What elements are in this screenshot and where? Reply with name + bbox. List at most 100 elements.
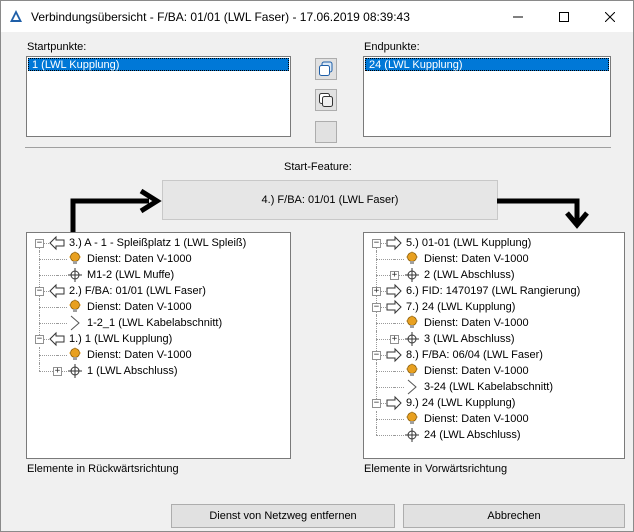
arrow-right-icon (386, 283, 402, 299)
collapse-icon[interactable]: − (35, 239, 44, 248)
backward-tree-row[interactable]: − 1.) 1 (LWL Kupplung) (27, 331, 290, 347)
backward-tree-row-label: Dienst: Daten V-1000 (87, 253, 192, 265)
cable-section-icon (404, 379, 420, 395)
forward-tree-row-label: 2 (LWL Abschluss) (424, 269, 515, 281)
forward-tree-row-label: 7.) 24 (LWL Kupplung) (406, 301, 516, 313)
backward-tree-row-label: 2.) F/BA: 01/01 (LWL Faser) (69, 285, 206, 297)
backward-tree-row-label: 3.) A - 1 - Spleißplatz 1 (LWL Spleiß) (69, 237, 247, 249)
backward-tree-caption: Elemente in Rückwärtsrichtung (27, 463, 179, 475)
cancel-button[interactable]: Abbrechen (403, 504, 625, 528)
maximize-icon (559, 11, 569, 22)
backward-tree-row[interactable]: M1-2 (LWL Muffe) (27, 267, 290, 283)
backward-tree-row[interactable]: 1-2_1 (LWL Kabelabschnitt) (27, 315, 290, 331)
forward-tree-row[interactable]: 24 (LWL Abschluss) (364, 427, 624, 443)
minimize-button[interactable] (495, 1, 541, 32)
forward-tree-row[interactable]: − 8.) F/BA: 06/04 (LWL Faser) (364, 347, 624, 363)
backward-tree-row-label: M1-2 (LWL Muffe) (87, 269, 175, 281)
arrow-left-icon (49, 235, 65, 251)
crosshair-icon (67, 363, 83, 379)
minimize-icon (513, 16, 523, 17)
copy-to-start-button[interactable] (315, 58, 337, 80)
window-title: Verbindungsübersicht - F/BA: 01/01 (LWL … (31, 10, 410, 24)
forward-elements-tree[interactable]: − 5.) 01-01 (LWL Kupplung) Dienst: Daten V… (363, 232, 625, 459)
forward-tree-row-label: Dienst: Daten V-1000 (424, 413, 529, 425)
backward-tree-row-label: 1-2_1 (LWL Kabelabschnitt) (87, 317, 223, 329)
forward-tree-row-label: 3 (LWL Abschluss) (424, 333, 515, 345)
lightbulb-icon (404, 251, 420, 267)
start-points-label: Startpunkte: (27, 41, 87, 53)
end-points-list[interactable]: 24 (LWL Kupplung) (363, 56, 611, 137)
backward-flow-arrow-icon (70, 188, 162, 233)
empty-action-button[interactable] (315, 121, 337, 143)
expand-icon[interactable]: + (53, 367, 62, 376)
crosshair-icon (404, 267, 420, 283)
lightbulb-icon (404, 411, 420, 427)
arrow-right-icon (386, 235, 402, 251)
collapse-icon[interactable]: − (372, 239, 381, 248)
title-bar: Verbindungsübersicht - F/BA: 01/01 (LWL … (1, 1, 633, 32)
forward-tree-row-label: 5.) 01-01 (LWL Kupplung) (406, 237, 532, 249)
forward-tree-row[interactable]: +2 (LWL Abschluss) (364, 267, 624, 283)
collapse-icon[interactable]: − (35, 287, 44, 296)
arrow-right-icon (386, 395, 402, 411)
forward-tree-row-label: 3-24 (LWL Kabelabschnitt) (424, 381, 554, 393)
forward-tree-row[interactable]: Dienst: Daten V-1000 (364, 363, 624, 379)
backward-tree-row[interactable]: Dienst: Daten V-1000 (27, 347, 290, 363)
backward-tree-row[interactable]: Dienst: Daten V-1000 (27, 251, 290, 267)
forward-tree-row-label: Dienst: Daten V-1000 (424, 365, 529, 377)
close-button[interactable] (587, 1, 633, 32)
start-points-selected-item[interactable]: 1 (LWL Kupplung) (28, 58, 289, 71)
backward-tree-row[interactable]: − 2.) F/BA: 01/01 (LWL Faser) (27, 283, 290, 299)
collapse-icon[interactable]: − (372, 351, 381, 360)
forward-tree-row[interactable]: Dienst: Daten V-1000 (364, 315, 624, 331)
backward-tree-row[interactable]: +1 (LWL Abschluss) (27, 363, 290, 379)
start-points-list[interactable]: 1 (LWL Kupplung) (26, 56, 291, 137)
maximize-button[interactable] (541, 1, 587, 32)
forward-tree-row[interactable]: +3 (LWL Abschluss) (364, 331, 624, 347)
forward-tree-caption: Elemente in Vorwärtsrichtung (364, 463, 508, 475)
dialog-window: Verbindungsübersicht - F/BA: 01/01 (LWL … (0, 0, 634, 532)
forward-flow-arrow-icon (497, 198, 589, 229)
arrow-left-icon (49, 331, 65, 347)
separator (25, 147, 611, 148)
expand-icon[interactable]: + (390, 271, 399, 280)
expand-icon[interactable]: + (390, 335, 399, 344)
duplicate-icon (319, 93, 333, 107)
cancel-label: Abbrechen (487, 510, 541, 522)
lightbulb-icon (404, 363, 420, 379)
remove-service-label: Dienst von Netzweg entfernen (209, 510, 357, 522)
collapse-icon[interactable]: − (35, 335, 44, 344)
lightbulb-icon (404, 315, 420, 331)
forward-tree-row[interactable]: − 9.) 24 (LWL Kupplung) (364, 395, 624, 411)
collapse-icon[interactable]: − (372, 399, 381, 408)
forward-tree-row-label: 8.) F/BA: 06/04 (LWL Faser) (406, 349, 543, 361)
remove-service-button[interactable]: Dienst von Netzweg entfernen (171, 504, 395, 528)
end-points-selected-item[interactable]: 24 (LWL Kupplung) (365, 58, 609, 71)
copy-icon (319, 61, 333, 76)
backward-elements-tree[interactable]: − 3.) A - 1 - Spleißplatz 1 (LWL Spleiß) D… (26, 232, 291, 459)
arrow-right-icon (386, 347, 402, 363)
forward-tree-row[interactable]: +6.) FID: 1470197 (LWL Rangierung) (364, 283, 624, 299)
copy-to-end-button[interactable] (315, 89, 337, 111)
forward-tree-row[interactable]: − 5.) 01-01 (LWL Kupplung) (364, 235, 624, 251)
forward-tree-row-label: 24 (LWL Abschluss) (424, 429, 521, 441)
expand-icon[interactable]: + (372, 287, 381, 296)
lightbulb-icon (67, 299, 83, 315)
collapse-icon[interactable]: − (372, 303, 381, 312)
forward-tree-row[interactable]: Dienst: Daten V-1000 (364, 251, 624, 267)
backward-tree-row[interactable]: Dienst: Daten V-1000 (27, 299, 290, 315)
lightbulb-icon (67, 347, 83, 363)
app-logo-icon (10, 10, 22, 22)
start-feature-value: 4.) F/BA: 01/01 (LWL Faser) (261, 194, 399, 206)
crosshair-icon (67, 267, 83, 283)
backward-tree-row-label: 1.) 1 (LWL Kupplung) (69, 333, 173, 345)
forward-tree-row[interactable]: − 7.) 24 (LWL Kupplung) (364, 299, 624, 315)
forward-tree-row[interactable]: Dienst: Daten V-1000 (364, 411, 624, 427)
end-points-label: Endpunkte: (364, 41, 420, 53)
backward-tree-row[interactable]: − 3.) A - 1 - Spleißplatz 1 (LWL Spleiß) (27, 235, 290, 251)
lightbulb-icon (67, 251, 83, 267)
cable-section-icon (67, 315, 83, 331)
crosshair-icon (404, 331, 420, 347)
forward-tree-row-label: Dienst: Daten V-1000 (424, 317, 529, 329)
forward-tree-row[interactable]: 3-24 (LWL Kabelabschnitt) (364, 379, 624, 395)
